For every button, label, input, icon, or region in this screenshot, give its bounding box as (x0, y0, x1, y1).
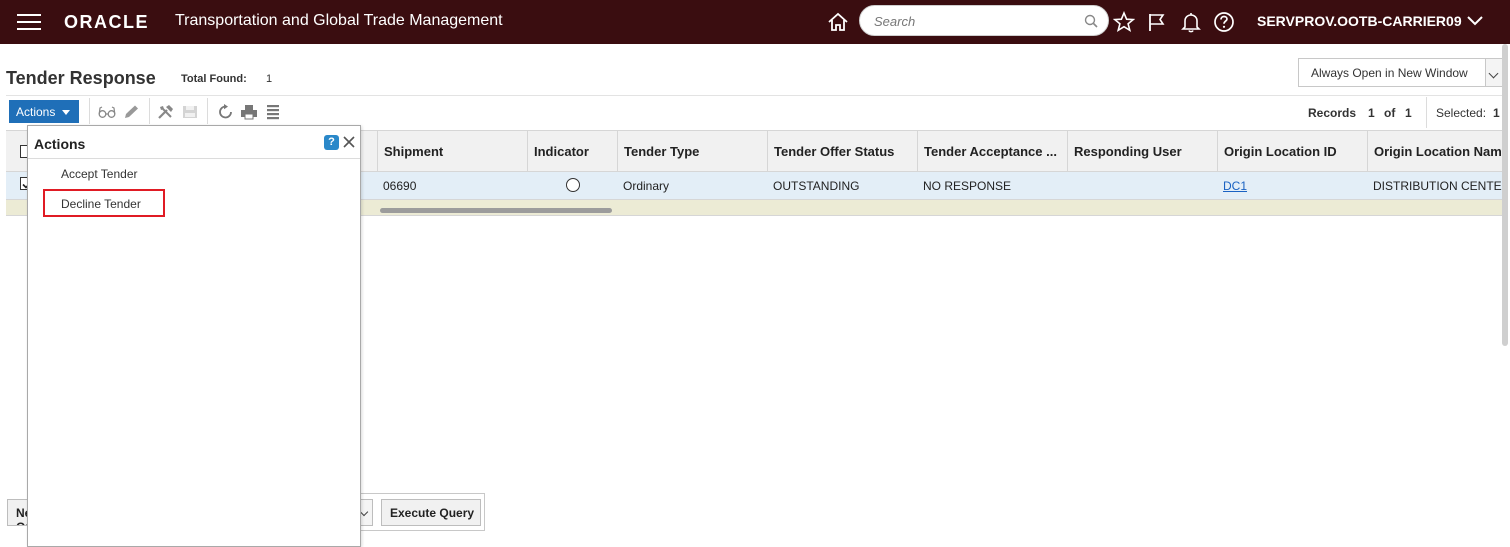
save-disabled-icon (183, 106, 197, 118)
notification-bell-icon[interactable] (1180, 11, 1202, 33)
column-header-indicator[interactable]: Indicator (527, 130, 618, 172)
indicator-radio-icon (566, 178, 580, 192)
toolbar-divider (207, 98, 208, 124)
print-icon[interactable] (240, 104, 258, 120)
total-found-value: 1 (266, 73, 273, 85)
actions-popup: Actions ? Accept Tender Decline Tender (27, 125, 361, 547)
cell-origin-location-id: DC1 (1223, 179, 1247, 193)
vertical-scrollbar-thumb[interactable] (1502, 44, 1508, 346)
horizontal-scrollbar-thumb[interactable] (380, 208, 612, 213)
list-layout-icon[interactable] (264, 104, 282, 120)
menu-item-accept-tender[interactable]: Accept Tender (61, 167, 138, 181)
actions-button-label: Actions (16, 105, 56, 119)
actions-button[interactable]: Actions (9, 100, 79, 123)
help-icon[interactable] (1213, 11, 1235, 33)
tools-icon[interactable] (157, 104, 175, 120)
column-header-origin-location-id[interactable]: Origin Location ID (1217, 130, 1368, 172)
column-header-tender-acceptance[interactable]: Tender Acceptance ... (917, 130, 1068, 172)
records-of: of (1384, 106, 1396, 120)
help-icon[interactable]: ? (324, 135, 339, 150)
search-input[interactable] (872, 12, 1077, 30)
total-found-label: Total Found: (181, 73, 247, 85)
refresh-icon[interactable] (217, 104, 235, 120)
menu-item-decline-tender[interactable]: Decline Tender (61, 197, 141, 211)
popup-title: Actions (34, 136, 86, 152)
user-menu[interactable]: SERVPROV.OOTB-CARRIER09 (1257, 13, 1462, 29)
cell-tender-offer-status: OUTSTANDING (773, 179, 860, 193)
toolbar-divider (149, 98, 150, 124)
caret-down-icon (62, 110, 70, 115)
cell-shipment: 06690 (383, 179, 417, 193)
page-title: Tender Response (6, 68, 156, 88)
selected-label: Selected: (1436, 106, 1487, 120)
column-header-shipment[interactable]: Shipment (377, 130, 528, 172)
search-box (859, 5, 1109, 36)
view-glasses-icon[interactable] (98, 104, 116, 120)
favorite-star-icon[interactable] (1113, 11, 1135, 33)
oracle-logo: ORACLE (64, 12, 149, 32)
cell-tender-type: Ordinary (623, 179, 670, 193)
app-title: Transportation and Global Trade Manageme… (175, 12, 503, 29)
toolbar-divider (89, 98, 90, 124)
hamburger-menu-icon[interactable] (17, 13, 41, 31)
top-bar: ORACLE Transportation and Global Trade M… (0, 0, 1510, 44)
open-window-select[interactable]: Always Open in New Window (1298, 58, 1486, 87)
execute-query-button[interactable]: Execute Query (381, 499, 481, 526)
origin-location-id-link[interactable]: DC1 (1223, 179, 1247, 193)
close-icon[interactable] (342, 135, 356, 149)
column-header-origin-location-name[interactable]: Origin Location Name (1367, 130, 1502, 172)
records-label: Records (1308, 106, 1357, 120)
column-header-responding-user[interactable]: Responding User (1067, 130, 1218, 172)
header-divider (6, 95, 1504, 96)
edit-pencil-icon[interactable] (122, 104, 140, 120)
records-total: 1 (1405, 106, 1412, 120)
chevron-down-icon[interactable] (1486, 58, 1503, 87)
column-header-tender-type[interactable]: Tender Type (617, 130, 768, 172)
selected-value: 1 (1493, 106, 1500, 120)
search-icon[interactable] (1084, 14, 1098, 28)
popup-divider (28, 158, 360, 159)
chevron-down-icon[interactable] (1466, 15, 1484, 27)
flag-icon[interactable] (1146, 11, 1168, 33)
records-current: 1 (1368, 106, 1375, 120)
column-header-tender-offer-status[interactable]: Tender Offer Status (767, 130, 918, 172)
cell-origin-location-name: DISTRIBUTION CENTER (1373, 179, 1502, 193)
home-icon[interactable] (827, 11, 849, 33)
cell-tender-acceptance: NO RESPONSE (923, 179, 1012, 193)
